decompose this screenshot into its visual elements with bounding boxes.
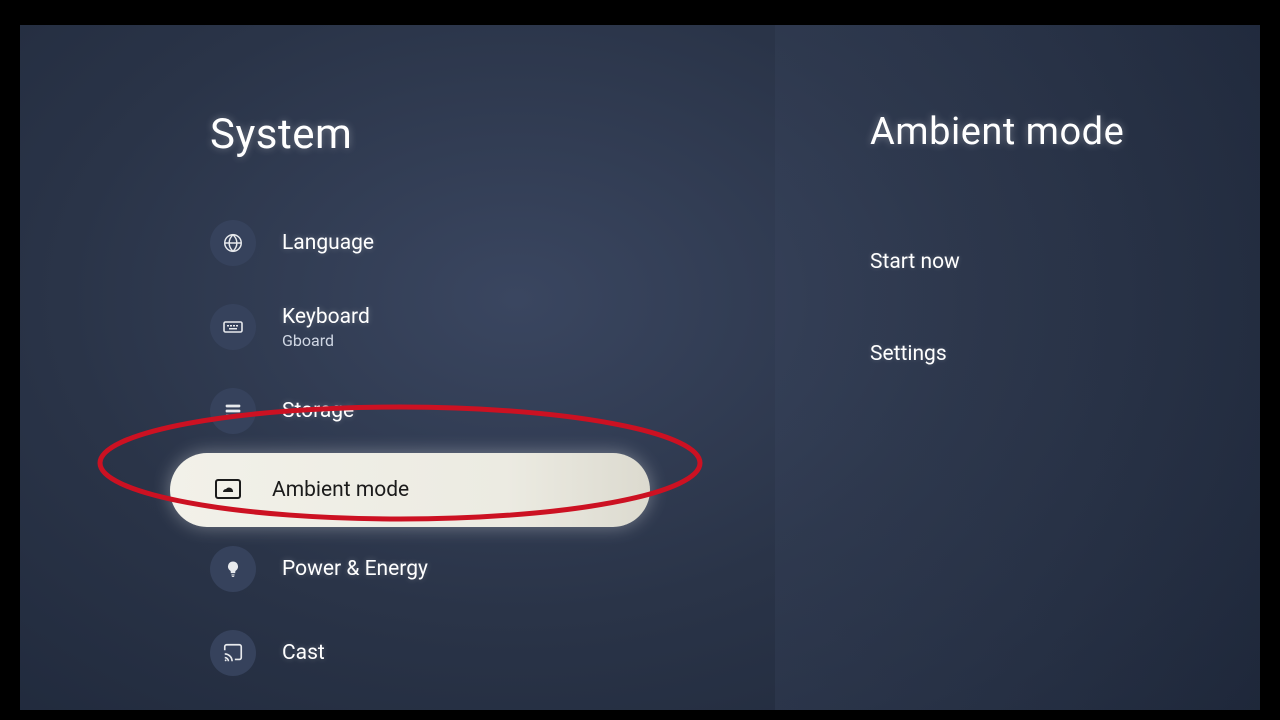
page-title-ambient-mode: Ambient mode: [870, 110, 1260, 154]
right-panel: Ambient mode Start now Settings: [775, 25, 1260, 710]
ambient-submenu: Start now Settings: [870, 226, 1260, 390]
tv-settings-screen: System Language: [20, 25, 1260, 710]
ambient-icon: [210, 472, 246, 508]
submenu-item-settings[interactable]: Settings: [870, 318, 1260, 390]
system-menu: Language Keyboard Gboard: [210, 201, 775, 710]
page-title-system: System: [210, 110, 775, 159]
menu-item-language[interactable]: Language: [210, 201, 775, 285]
menu-item-label: Storage: [282, 399, 354, 423]
submenu-item-start-now[interactable]: Start now: [870, 226, 1260, 298]
left-panel: System Language: [20, 25, 775, 710]
menu-item-keyboard[interactable]: Keyboard Gboard: [210, 285, 775, 369]
bulb-icon: [210, 546, 256, 592]
menu-item-sublabel: Gboard: [282, 331, 370, 350]
menu-item-cast[interactable]: Cast: [210, 611, 775, 695]
globe-icon: [210, 220, 256, 266]
menu-item-power-energy[interactable]: Power & Energy: [210, 527, 775, 611]
menu-item-storage[interactable]: Storage: [210, 369, 775, 453]
menu-item-restart[interactable]: Restart: [210, 695, 775, 710]
menu-item-label: Keyboard: [282, 305, 370, 329]
cast-icon: [210, 630, 256, 676]
menu-item-label: Ambient mode: [272, 478, 409, 502]
storage-icon: [210, 388, 256, 434]
menu-item-ambient-mode[interactable]: Ambient mode: [170, 453, 650, 527]
menu-item-label: Cast: [282, 641, 325, 665]
menu-item-label: Language: [282, 231, 374, 255]
keyboard-icon: [210, 304, 256, 350]
menu-item-label: Power & Energy: [282, 557, 428, 581]
